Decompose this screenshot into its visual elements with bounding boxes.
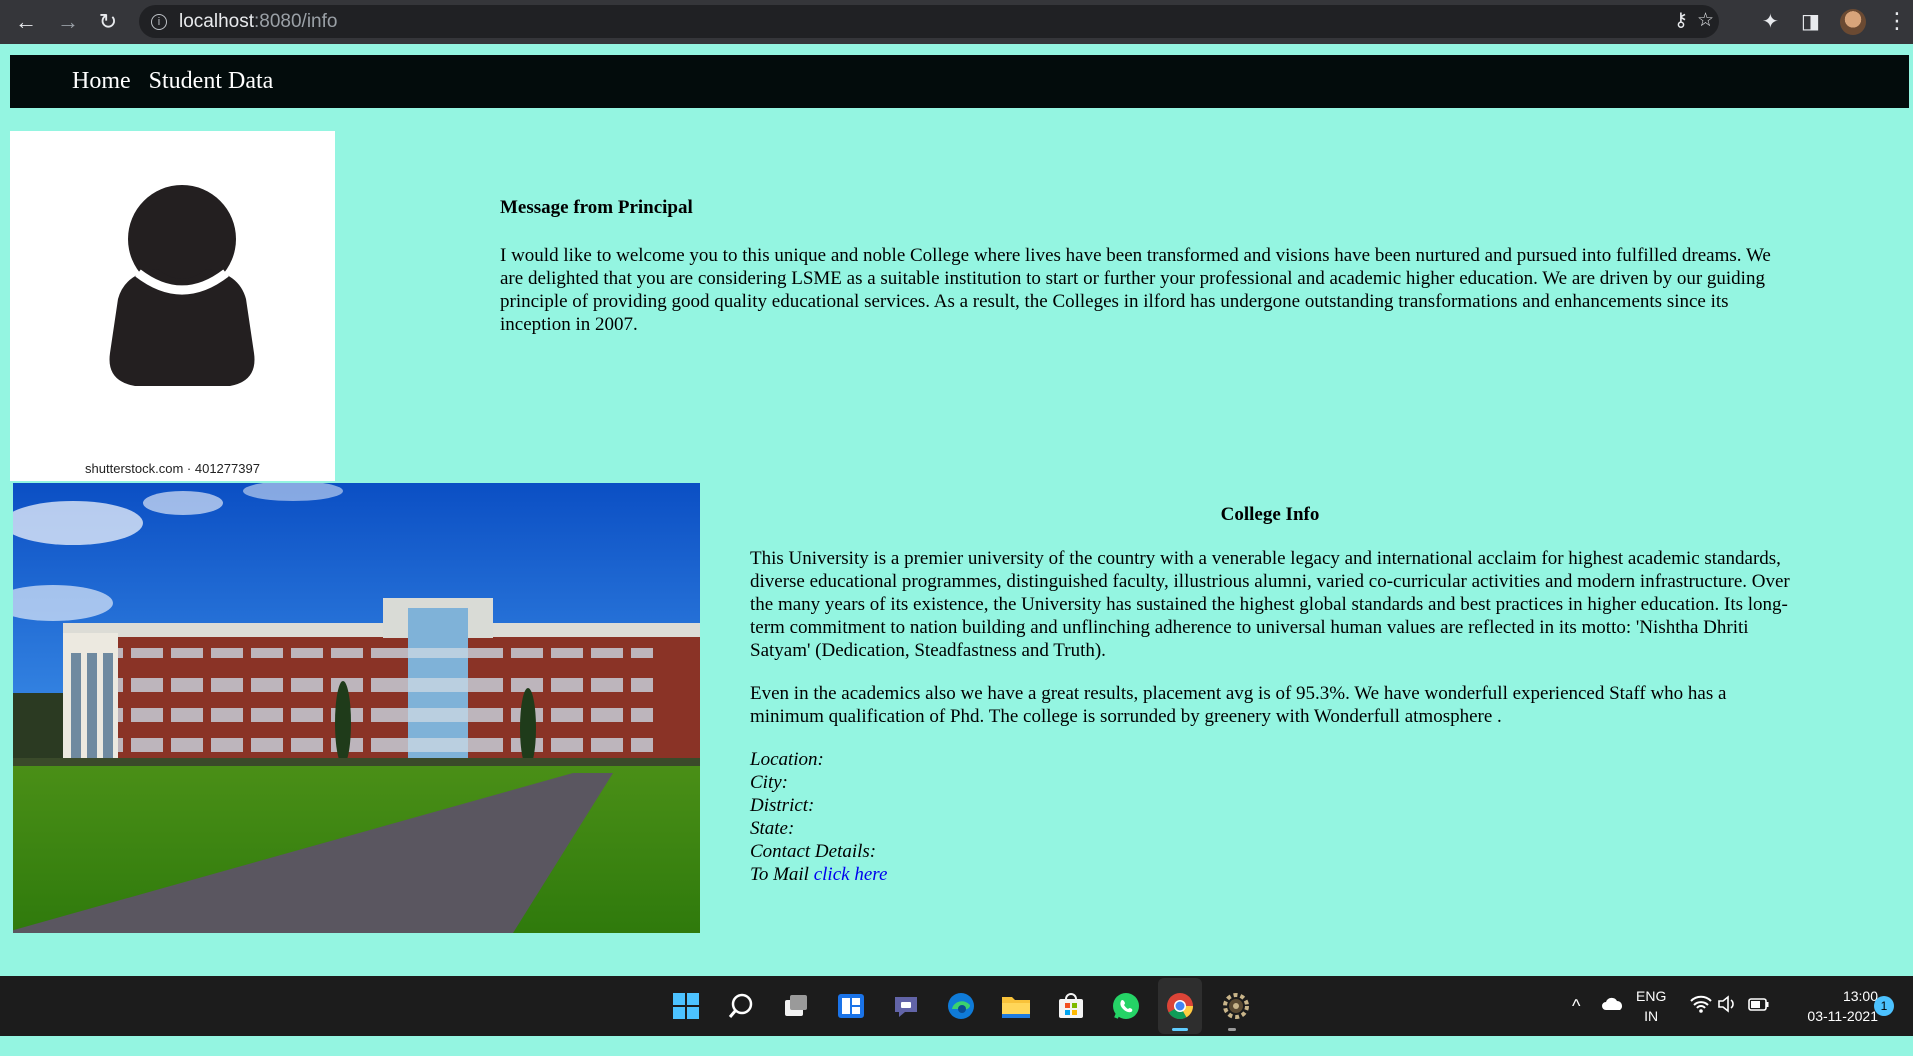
state-label: State:: [750, 818, 795, 839]
system-clock[interactable]: 13:00 03-11-2021: [1782, 986, 1878, 1026]
browser-toolbar: ← → ↻ i localhost:8080/info ⚷ ☆ ✦ ◨ ⋮: [0, 0, 1913, 44]
chrome-running-indicator: [1172, 1028, 1188, 1031]
mail-prefix: To Mail: [750, 864, 809, 885]
principal-photo: shutterstock.com · 401277397: [10, 131, 335, 481]
college-info: College Info This University is a premie…: [750, 503, 1790, 886]
principal-heading: Message from Principal: [500, 197, 693, 218]
location-label: Location:: [750, 749, 824, 770]
principal-message: Message from Principal I would like to w…: [500, 196, 1790, 336]
teams-chat-icon[interactable]: [890, 990, 922, 1022]
onedrive-cloud-icon[interactable]: [1601, 994, 1625, 1054]
nav-link-home[interactable]: Home: [72, 68, 131, 95]
whatsapp-icon[interactable]: [1110, 990, 1142, 1022]
clock-time: 13:00: [1842, 988, 1878, 1004]
microsoft-store-icon[interactable]: [1055, 990, 1087, 1022]
mail-line: To Mail click here: [750, 863, 1790, 886]
language-indicator[interactable]: ENG IN: [1636, 986, 1666, 1026]
forward-icon[interactable]: →: [54, 8, 82, 36]
start-icon[interactable]: [670, 990, 702, 1022]
side-panel-icon[interactable]: ◨: [1801, 9, 1820, 34]
url-text[interactable]: localhost:8080/info: [179, 11, 337, 33]
bookmark-star-icon[interactable]: ☆: [1697, 9, 1714, 32]
lang-region: IN: [1644, 1008, 1659, 1024]
college-paragraph-1: This University is a premier university …: [750, 548, 1790, 661]
back-icon[interactable]: ←: [12, 8, 40, 36]
task-view-icon[interactable]: [780, 990, 812, 1022]
district-label: District:: [750, 795, 815, 816]
chrome-icon[interactable]: [1164, 990, 1196, 1022]
college-heading: College Info: [1220, 504, 1320, 525]
nav-link-student-data[interactable]: Student Data: [149, 68, 274, 95]
campus-photo: [13, 483, 700, 933]
city-label: City:: [750, 772, 788, 793]
extensions-icon[interactable]: ✦: [1762, 9, 1779, 34]
url-path: :8080/info: [254, 10, 338, 32]
search-icon[interactable]: [725, 990, 757, 1022]
file-explorer-icon[interactable]: [1000, 990, 1032, 1022]
wifi-icon[interactable]: [1690, 994, 1712, 1054]
mail-link[interactable]: click here: [814, 864, 888, 885]
profile-avatar[interactable]: [1840, 9, 1866, 35]
principal-text: I would like to welcome you to this uniq…: [500, 245, 1771, 335]
volume-icon[interactable]: [1717, 994, 1739, 1054]
site-navbar: Home Student Data: [10, 55, 1909, 108]
contact-details-label: Contact Details:: [750, 841, 877, 862]
image-watermark: shutterstock.com · 401277397: [85, 461, 260, 476]
notification-badge[interactable]: 1: [1874, 996, 1894, 1016]
widgets-icon[interactable]: [835, 990, 867, 1022]
clock-date: 03-11-2021: [1807, 1008, 1878, 1024]
address-bar[interactable]: i localhost:8080/info ⚷ ☆: [139, 5, 1719, 38]
site-info-icon[interactable]: i: [151, 13, 167, 30]
reload-icon[interactable]: ↻: [94, 8, 122, 36]
lang-code: ENG: [1636, 988, 1667, 1004]
url-host: localhost: [179, 10, 254, 32]
windows-taskbar: ^ ENG IN 13:00 03-11-2021 1: [0, 976, 1913, 1036]
settings-gear-icon[interactable]: [1220, 990, 1252, 1022]
college-paragraph-2: Even in the academics also we have a gre…: [750, 683, 1727, 727]
settings-running-indicator: [1228, 1028, 1236, 1031]
tray-chevron-icon[interactable]: ^: [1572, 996, 1580, 1056]
user-silhouette-icon: [109, 185, 255, 386]
browser-menu-icon[interactable]: ⋮: [1886, 8, 1908, 34]
key-icon[interactable]: ⚷: [1674, 9, 1688, 32]
college-details: Location: City: District: State: Contact…: [750, 748, 1790, 886]
edge-icon[interactable]: [945, 990, 977, 1022]
battery-icon[interactable]: [1747, 994, 1771, 1054]
